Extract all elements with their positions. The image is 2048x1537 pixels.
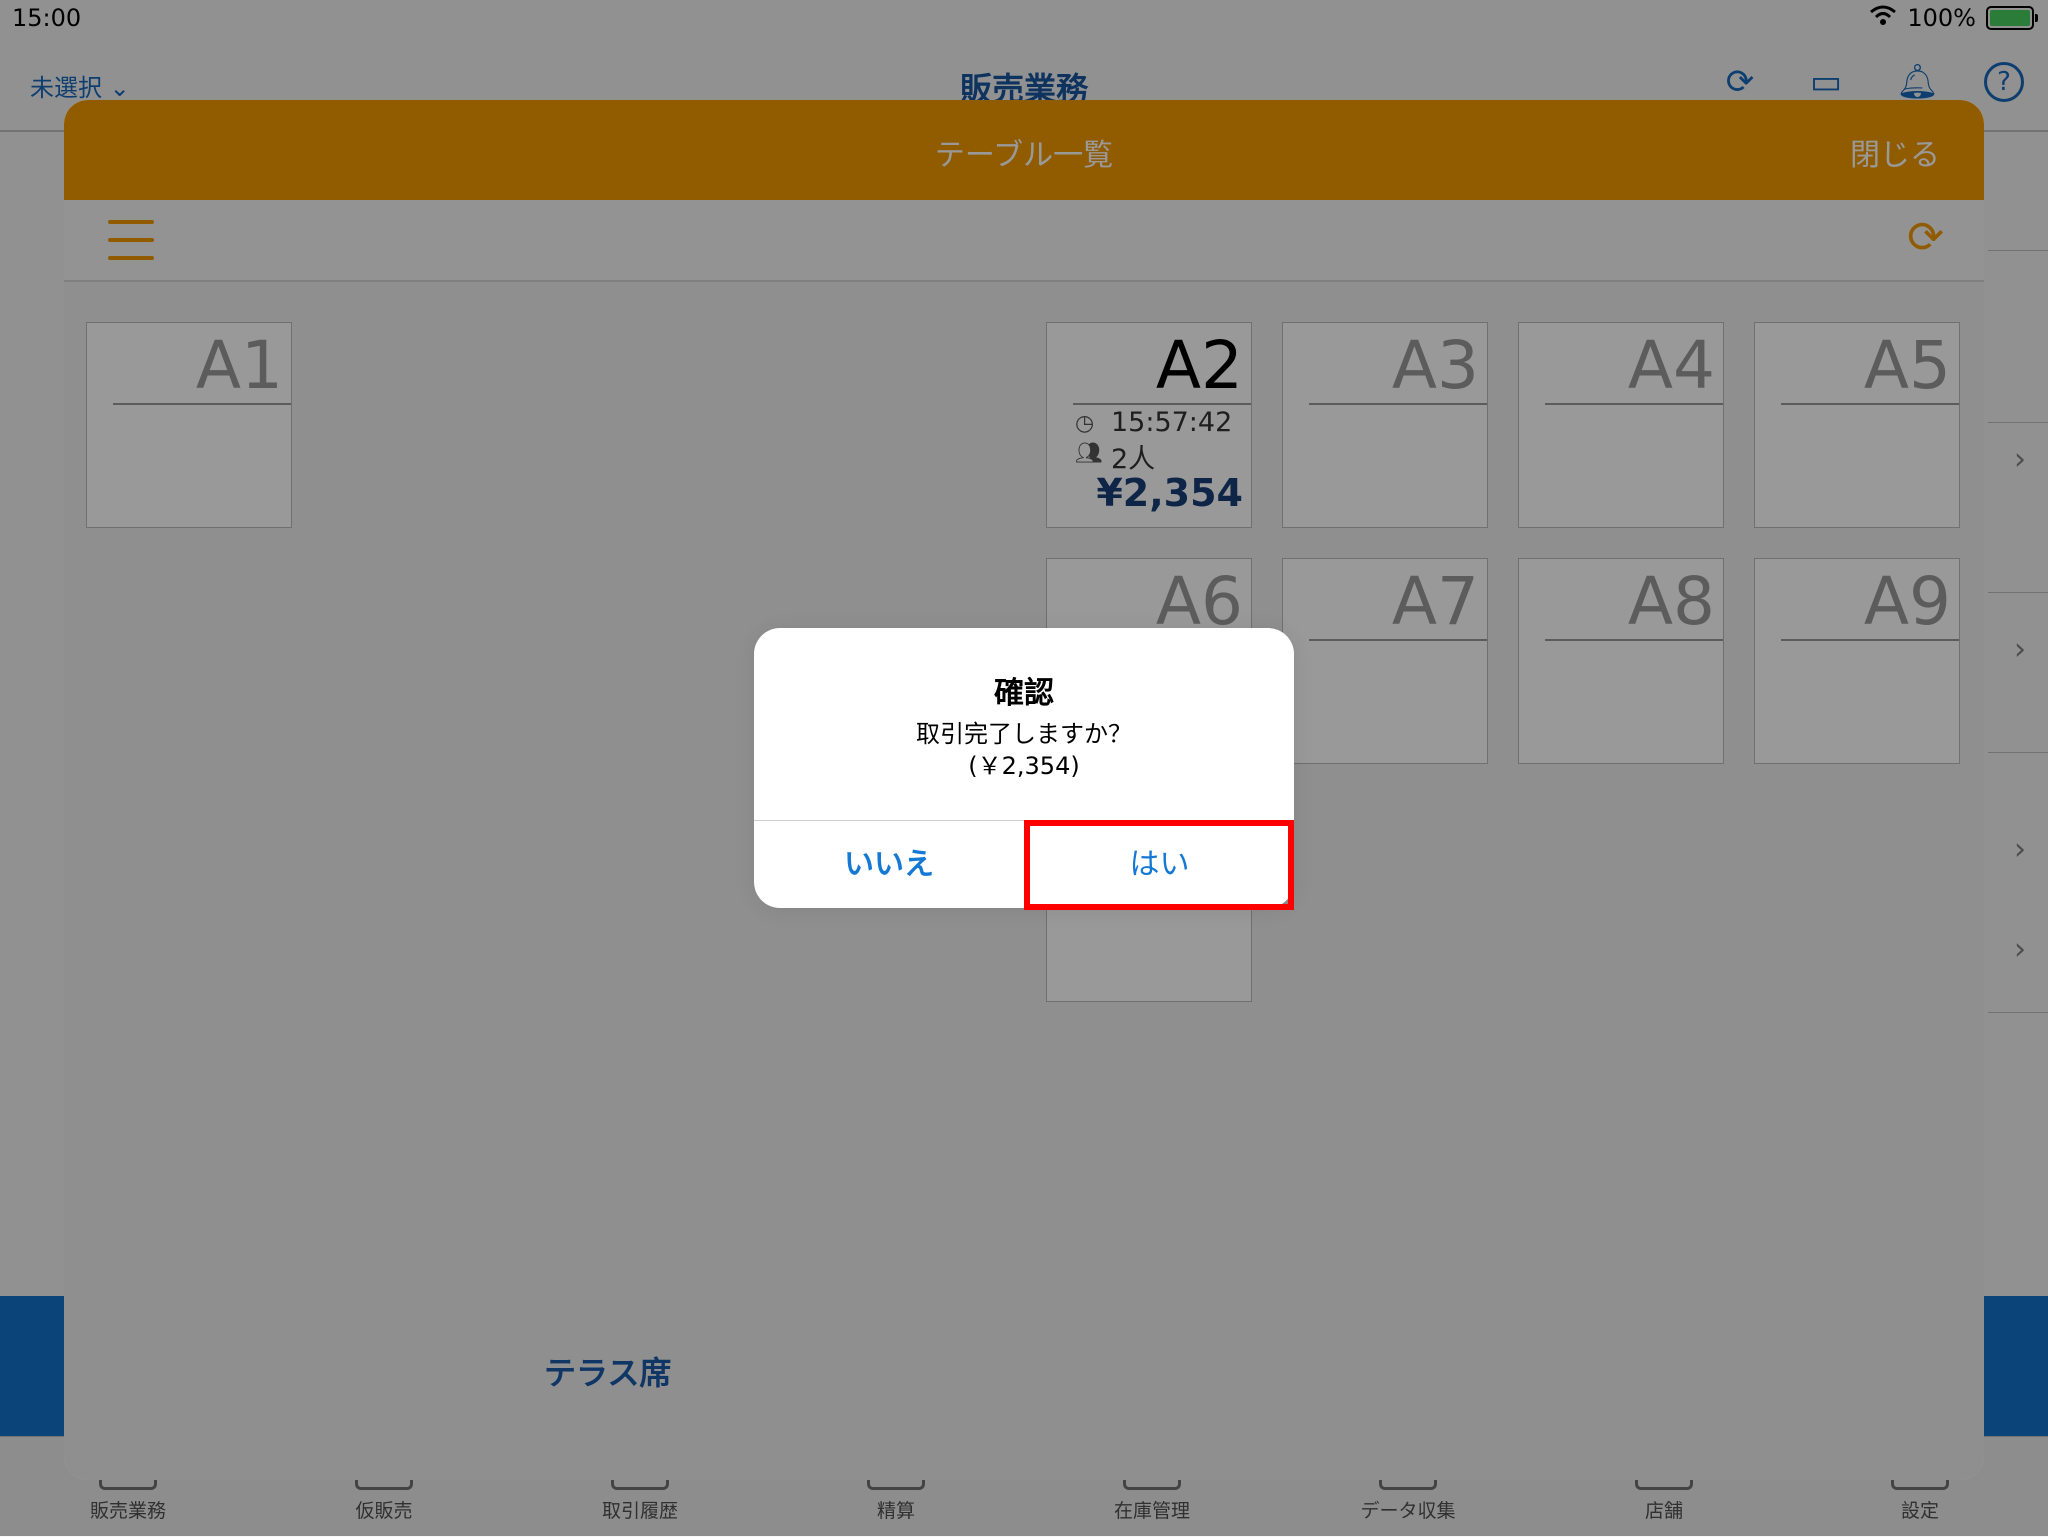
highlight-box <box>1024 820 1294 910</box>
dialog-amount: (￥2,354) <box>968 752 1080 780</box>
dialog-title: 確認 <box>994 676 1054 711</box>
dialog-message: 取引完了しますか？ <box>916 720 1132 748</box>
no-button[interactable]: いいえ <box>754 821 1024 908</box>
